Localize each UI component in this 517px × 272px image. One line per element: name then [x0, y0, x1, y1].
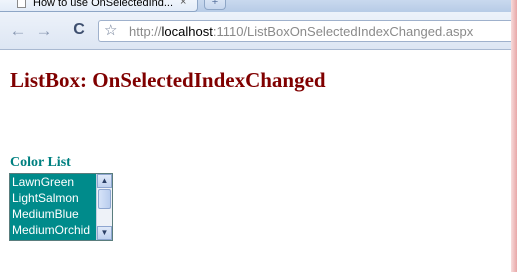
bookmark-star-icon[interactable]: ☆ [104, 21, 117, 41]
url-scheme: http:// [129, 24, 162, 39]
url-path: :1110/ListBoxOnSelectedIndexChanged.aspx [212, 24, 474, 39]
window-edge [511, 0, 517, 272]
url-text[interactable]: http://localhost:1110/ListBoxOnSelectedI… [129, 24, 473, 39]
list-option-mediumorchid[interactable]: MediumOrchid [10, 222, 96, 238]
list-option-mediumblue[interactable]: MediumBlue [10, 206, 96, 222]
scrollbar-thumb[interactable] [98, 189, 111, 209]
listbox-items: LawnGreen LightSalmon MediumBlue MediumO… [10, 174, 96, 238]
tab-close-icon[interactable]: × [180, 0, 186, 8]
browser-tab[interactable]: How to use OnSelectedInd... × [0, 0, 198, 12]
address-bar[interactable]: ☆ http://localhost:1110/ListBoxOnSelecte… [98, 20, 517, 42]
page-favicon-icon [17, 0, 26, 8]
forward-arrow-icon[interactable]: → [34, 21, 54, 41]
color-list-label: Color List [10, 155, 71, 170]
tab-title: How to use OnSelectedInd... [33, 0, 174, 9]
scroll-up-icon[interactable]: ▲ [97, 174, 112, 188]
scroll-down-icon[interactable]: ▼ [97, 226, 112, 240]
listbox-scrollbar[interactable]: ▲ ▼ [96, 174, 112, 240]
browser-toolbar: ← → C ☆ http://localhost:1110/ListBoxOnS… [0, 12, 517, 50]
reload-icon[interactable]: C [68, 19, 90, 41]
tab-strip: How to use OnSelectedInd... × + [0, 0, 517, 12]
page-title: ListBox: OnSelectedIndexChanged [10, 68, 326, 92]
color-listbox[interactable]: LawnGreen LightSalmon MediumBlue MediumO… [9, 173, 113, 241]
list-option-lawngreen[interactable]: LawnGreen [10, 174, 96, 190]
new-tab-button[interactable]: + [204, 0, 226, 10]
list-option-lightsalmon[interactable]: LightSalmon [10, 190, 96, 206]
url-host: localhost [161, 24, 213, 39]
back-arrow-icon[interactable]: ← [8, 21, 28, 41]
